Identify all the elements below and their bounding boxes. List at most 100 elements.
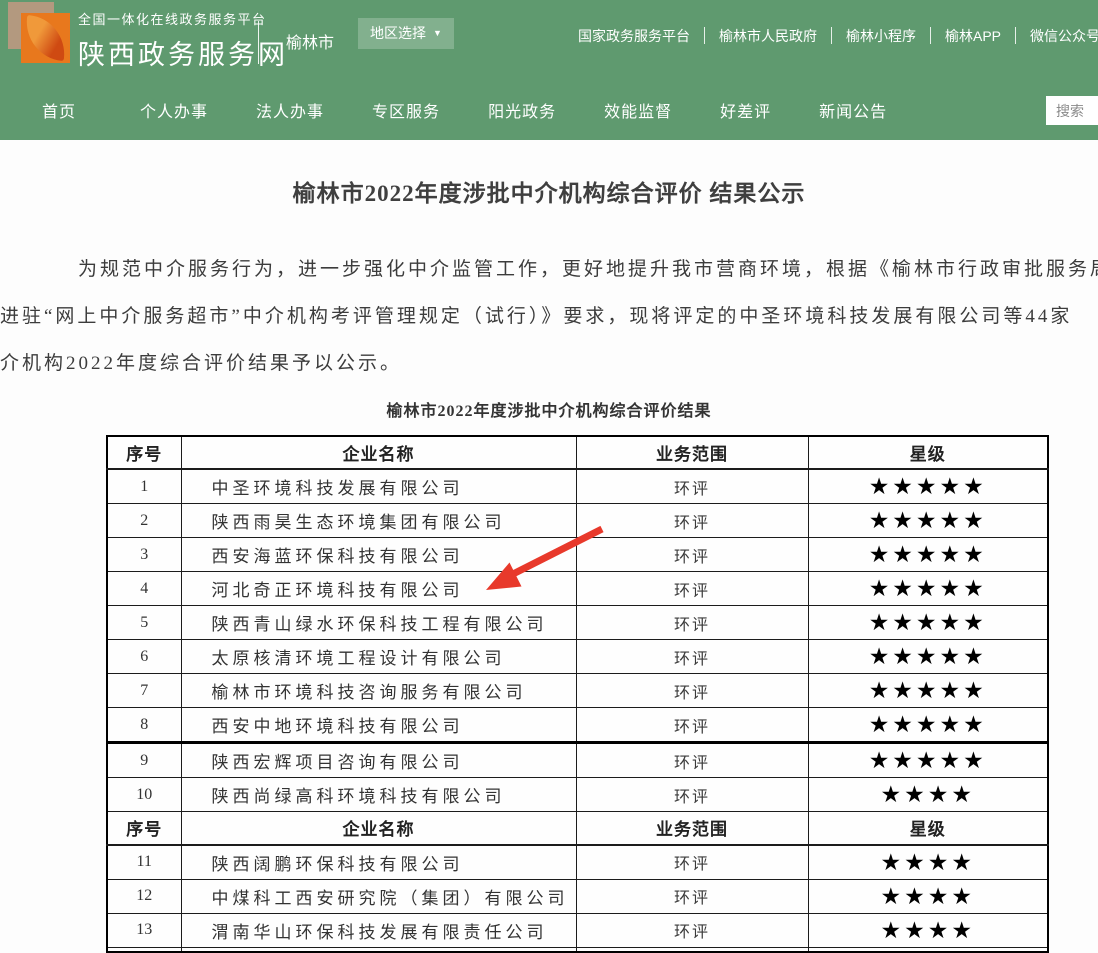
link-separator — [831, 27, 832, 44]
column-header: 序号 — [107, 436, 181, 469]
table-row: 10陕西尚绿高科环境科技有限公司环评★★★★ — [107, 778, 1048, 812]
link-separator — [704, 27, 705, 44]
star-rating-cell: ★★★★★ — [808, 674, 1048, 708]
company-name-cell: 渭南华山环保科技发展有限责任公司 — [181, 913, 576, 947]
row-number-cell: 4 — [107, 572, 181, 606]
current-city-label: 榆林市 — [286, 29, 334, 53]
table-header-row: 序号企业名称业务范围星级 — [107, 436, 1048, 469]
top-links: 国家政务服务平台榆林市人民政府榆林小程序榆林APP微信公众号注册 — [578, 25, 1098, 46]
region-selector-button[interactable]: 地区选择 ▼ — [358, 18, 454, 49]
star-rating-cell: ★★★★★ — [808, 538, 1048, 572]
table-row: 1中圣环境科技发展有限公司环评★★★★★ — [107, 469, 1048, 504]
paragraph-line: 为规范中介服务行为，进一步强化中介监管工作，更好地提升我市营商环境，根据《榆林市… — [0, 246, 1098, 293]
table-row: 2陕西雨昊生态环境集团有限公司环评★★★★★ — [107, 504, 1048, 538]
business-scope-cell: 环评 — [576, 845, 808, 880]
row-number-cell: 13 — [107, 913, 181, 947]
star-rating-cell: ★★★★ — [808, 778, 1048, 812]
star-rating-cell: ★★★★★ — [808, 708, 1048, 743]
table-row: 11陕西阔鹏环保科技有限公司环评★★★★ — [107, 845, 1048, 880]
company-name-cell: 太原核清环境工程设计有限公司 — [181, 640, 576, 674]
top-link[interactable]: 榆林小程序 — [846, 26, 916, 46]
star-rating-cell: ★★★★★ — [808, 640, 1048, 674]
column-header: 业务范围 — [576, 812, 808, 845]
column-header: 星级 — [808, 812, 1048, 845]
site-title-block: 全国一体化在线政务服务平台 陕西政务服务网 — [78, 9, 288, 72]
company-name-cell: 陕西宏辉项目咨询有限公司 — [181, 743, 576, 778]
star-rating-cell: ★★★★ — [808, 879, 1048, 913]
page-title: 榆林市2022年度涉批中介机构综合评价 结果公示 — [0, 174, 1098, 208]
company-name-cell: 陕西阔鹏环保科技有限公司 — [181, 845, 576, 880]
site-name: 陕西政务服务网 — [78, 33, 288, 72]
star-rating-cell: ★★★★★ — [808, 743, 1048, 778]
empty-cell — [808, 947, 1048, 952]
row-number-cell: 12 — [107, 879, 181, 913]
company-name-cell: 河北奇正环境科技有限公司 — [181, 572, 576, 606]
star-rating-cell: ★★★★★ — [808, 572, 1048, 606]
row-number-cell: 6 — [107, 640, 181, 674]
nav-item[interactable]: 好差评 — [720, 98, 771, 122]
column-header: 星级 — [808, 436, 1048, 469]
business-scope-cell: 环评 — [576, 708, 808, 743]
row-number-cell: 9 — [107, 743, 181, 778]
link-separator — [1015, 27, 1016, 44]
row-number-cell: 8 — [107, 708, 181, 743]
empty-cell — [576, 947, 808, 952]
table-row: 7榆林市环境科技咨询服务有限公司环评★★★★★ — [107, 674, 1048, 708]
company-name-cell: 西安中地环境科技有限公司 — [181, 708, 576, 743]
nav-item[interactable]: 首页 — [42, 98, 76, 122]
paragraph-line: 介机构2022年度综合评价结果予以公示。 — [0, 340, 1098, 387]
document-content: 榆林市2022年度涉批中介机构综合评价 结果公示 为规范中介服务行为，进一步强化… — [0, 140, 1098, 947]
nav-item[interactable]: 法人办事 — [256, 98, 324, 122]
empty-cell — [107, 947, 181, 952]
column-header: 企业名称 — [181, 812, 576, 845]
table-row: 13渭南华山环保科技发展有限责任公司环评★★★★ — [107, 913, 1048, 947]
logo-leaf-icon — [23, 15, 68, 61]
nav-item[interactable]: 专区服务 — [372, 98, 440, 122]
row-number-cell: 7 — [107, 674, 181, 708]
nav-item[interactable]: 阳光政务 — [488, 98, 556, 122]
table-row: 9陕西宏辉项目咨询有限公司环评★★★★★ — [107, 743, 1048, 778]
business-scope-cell: 环评 — [576, 606, 808, 640]
top-link[interactable]: 榆林市人民政府 — [719, 26, 817, 46]
top-link[interactable]: 国家政务服务平台 — [578, 26, 690, 46]
table-header-row: 序号企业名称业务范围星级 — [107, 812, 1048, 845]
company-name-cell: 榆林市环境科技咨询服务有限公司 — [181, 674, 576, 708]
row-number-cell: 11 — [107, 845, 181, 880]
table-row: 5陕西青山绿水环保科技工程有限公司环评★★★★★ — [107, 606, 1048, 640]
business-scope-cell: 环评 — [576, 879, 808, 913]
table-row: 3西安海蓝环保科技有限公司环评★★★★★ — [107, 538, 1048, 572]
table-row: 12中煤科工西安研究院（集团）有限公司环评★★★★ — [107, 879, 1048, 913]
region-selector-label: 地区选择 — [370, 18, 426, 49]
paragraph-line: 进驻“网上中介服务超市”中介机构考评管理规定（试行）》要求，现将评定的中圣环境科… — [0, 293, 1098, 340]
table-row: 4河北奇正环境科技有限公司环评★★★★★ — [107, 572, 1048, 606]
site-header: 全国一体化在线政务服务平台 陕西政务服务网 榆林市 地区选择 ▼ 国家政务服务平… — [0, 0, 1098, 140]
announcement-paragraph: 为规范中介服务行为，进一步强化中介监管工作，更好地提升我市营商环境，根据《榆林市… — [0, 246, 1098, 387]
evaluation-table-body: 序号企业名称业务范围星级1中圣环境科技发展有限公司环评★★★★★2陕西雨昊生态环… — [107, 436, 1048, 952]
star-rating-cell: ★★★★ — [808, 913, 1048, 947]
logo-front-square — [21, 13, 70, 63]
platform-name: 全国一体化在线政务服务平台 — [78, 9, 288, 28]
nav-item[interactable]: 新闻公告 — [819, 98, 887, 122]
row-number-cell: 2 — [107, 504, 181, 538]
business-scope-cell: 环评 — [576, 469, 808, 504]
row-number-cell: 3 — [107, 538, 181, 572]
search-input[interactable] — [1046, 96, 1098, 125]
business-scope-cell: 环评 — [576, 572, 808, 606]
row-number-cell: 5 — [107, 606, 181, 640]
star-rating-cell: ★★★★★ — [808, 469, 1048, 504]
nav-item[interactable]: 效能监督 — [604, 98, 672, 122]
top-link[interactable]: 微信公众号 — [1030, 26, 1098, 46]
star-rating-cell: ★★★★★ — [808, 504, 1048, 538]
company-name-cell: 西安海蓝环保科技有限公司 — [181, 538, 576, 572]
nav-item[interactable]: 个人办事 — [140, 98, 208, 122]
column-header: 业务范围 — [576, 436, 808, 469]
star-rating-cell: ★★★★★ — [808, 606, 1048, 640]
header-divider — [258, 21, 259, 64]
company-name-cell: 陕西雨昊生态环境集团有限公司 — [181, 504, 576, 538]
business-scope-cell: 环评 — [576, 778, 808, 812]
top-link[interactable]: 榆林APP — [945, 26, 1001, 46]
main-nav: 首页 个人办事 法人办事 专区服务 阳光政务 效能监督 好差评 新闻公告 — [0, 80, 1098, 140]
company-name-cell: 中煤科工西安研究院（集团）有限公司 — [181, 879, 576, 913]
business-scope-cell: 环评 — [576, 674, 808, 708]
column-header: 序号 — [107, 812, 181, 845]
